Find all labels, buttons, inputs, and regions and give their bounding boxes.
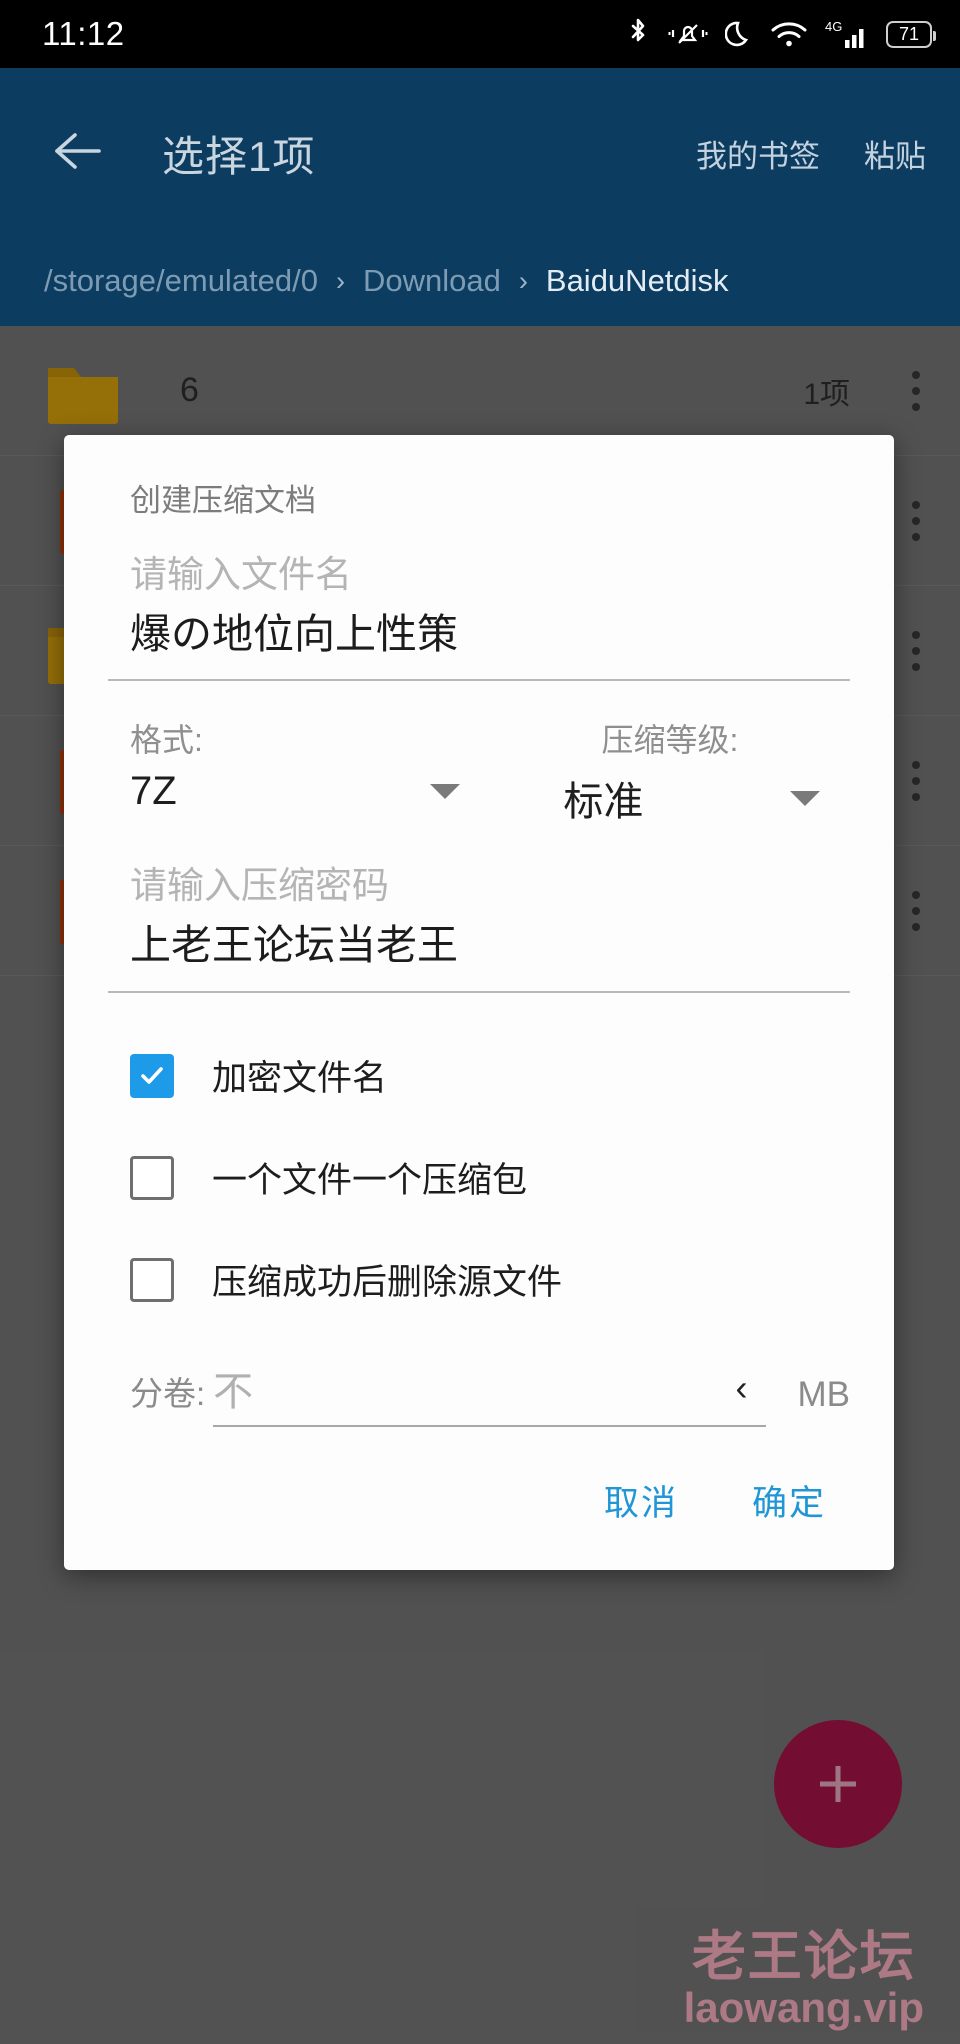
level-value: 标准: [563, 780, 644, 825]
checkbox-label: 一个文件一个压缩包: [212, 1161, 528, 1201]
checkbox-unchecked-icon: [130, 1257, 174, 1302]
filename-underline: [108, 679, 850, 682]
breadcrumb-separator-icon: ›: [336, 265, 346, 296]
bluetooth-icon: [625, 18, 651, 50]
volume-label: 分卷:: [130, 1374, 206, 1412]
dialog-actions: 取消 确定: [108, 1475, 826, 1570]
app-bar: 选择1项 我的书签 粘贴 /storage/emulated/0 › Downl…: [0, 68, 960, 326]
wifi-icon: [770, 19, 808, 49]
volume-input[interactable]: 不 ‹: [213, 1359, 766, 1427]
level-label: 压缩等级:: [601, 722, 739, 759]
delete-source-after-checkbox[interactable]: 压缩成功后删除源文件: [130, 1237, 850, 1323]
battery-percent: 71: [898, 24, 920, 44]
cancel-button[interactable]: 取消: [604, 1475, 678, 1526]
filename-field-group: 请输入文件名 爆の地位向上性策: [130, 550, 850, 673]
filename-input[interactable]: 爆の地位向上性策: [130, 606, 850, 673]
status-bar: 11:12 4G 71: [0, 0, 960, 68]
checkbox-unchecked-icon: [130, 1155, 174, 1200]
app-bar-row: 选择1项 我的书签 粘贴: [0, 68, 960, 238]
one-file-per-archive-checkbox[interactable]: 一个文件一个压缩包: [130, 1135, 850, 1221]
volume-value: 不: [213, 1369, 254, 1414]
checkbox-label: 加密文件名: [212, 1059, 388, 1099]
battery-icon: 71: [886, 20, 936, 48]
svg-text:4G: 4G: [825, 19, 842, 34]
chevron-left-icon[interactable]: ‹: [736, 1369, 748, 1406]
breadcrumb-item-storage[interactable]: /storage/emulated/0: [44, 263, 318, 299]
format-select[interactable]: 7Z: [130, 769, 490, 814]
level-group: 压缩等级: 标准: [490, 715, 850, 827]
status-icon-tray: 4G 71: [625, 18, 936, 50]
breadcrumb: /storage/emulated/0 › Download › BaiduNe…: [44, 236, 729, 326]
password-input[interactable]: 上老王论坛当老王: [130, 917, 850, 984]
signal-4g-icon: 4G: [825, 18, 869, 50]
breadcrumb-item-download[interactable]: Download: [363, 263, 501, 299]
format-value: 7Z: [130, 769, 177, 814]
breadcrumb-separator-icon: ›: [518, 265, 528, 296]
encrypt-filename-checkbox[interactable]: 加密文件名: [130, 1033, 850, 1119]
my-bookmarks-action[interactable]: 我的书签: [696, 131, 820, 176]
checkbox-label: 压缩成功后删除源文件: [212, 1263, 563, 1303]
do-not-disturb-moon-icon: [725, 19, 753, 49]
back-button[interactable]: [44, 118, 114, 188]
breadcrumb-item-baidunetdisk[interactable]: BaiduNetdisk: [546, 263, 729, 299]
create-archive-dialog: 创建压缩文档 请输入文件名 爆の地位向上性策 格式: 7Z 压缩等级: 标准 请…: [64, 435, 894, 1570]
vibrate-mute-icon: [668, 19, 708, 49]
app-bar-actions: 我的书签 粘贴: [696, 131, 926, 176]
format-level-row: 格式: 7Z 压缩等级: 标准: [130, 715, 850, 827]
password-underline: [108, 990, 850, 993]
dialog-title: 创建压缩文档: [130, 483, 316, 518]
paste-action[interactable]: 粘贴: [864, 131, 926, 176]
password-placeholder: 请输入压缩密码: [130, 865, 389, 907]
format-group: 格式: 7Z: [130, 715, 490, 827]
password-field-group: 请输入压缩密码 上老王论坛当老王: [130, 861, 850, 984]
format-label: 格式:: [130, 722, 203, 759]
chevron-down-icon: [430, 784, 460, 800]
level-select[interactable]: 标准: [490, 769, 850, 827]
volume-split-row: 分卷: 不 ‹ MB: [130, 1359, 850, 1427]
volume-field: 不 ‹ MB: [213, 1359, 850, 1427]
chevron-down-icon: [789, 790, 820, 806]
status-time: 11:12: [42, 15, 125, 52]
filename-placeholder: 请输入文件名: [130, 554, 352, 595]
page-title: 选择1项: [162, 132, 316, 180]
arrow-left-icon: [49, 129, 109, 178]
volume-unit-label: MB: [797, 1374, 851, 1414]
checkbox-checked-icon: [130, 1053, 174, 1098]
confirm-button[interactable]: 确定: [752, 1475, 826, 1526]
